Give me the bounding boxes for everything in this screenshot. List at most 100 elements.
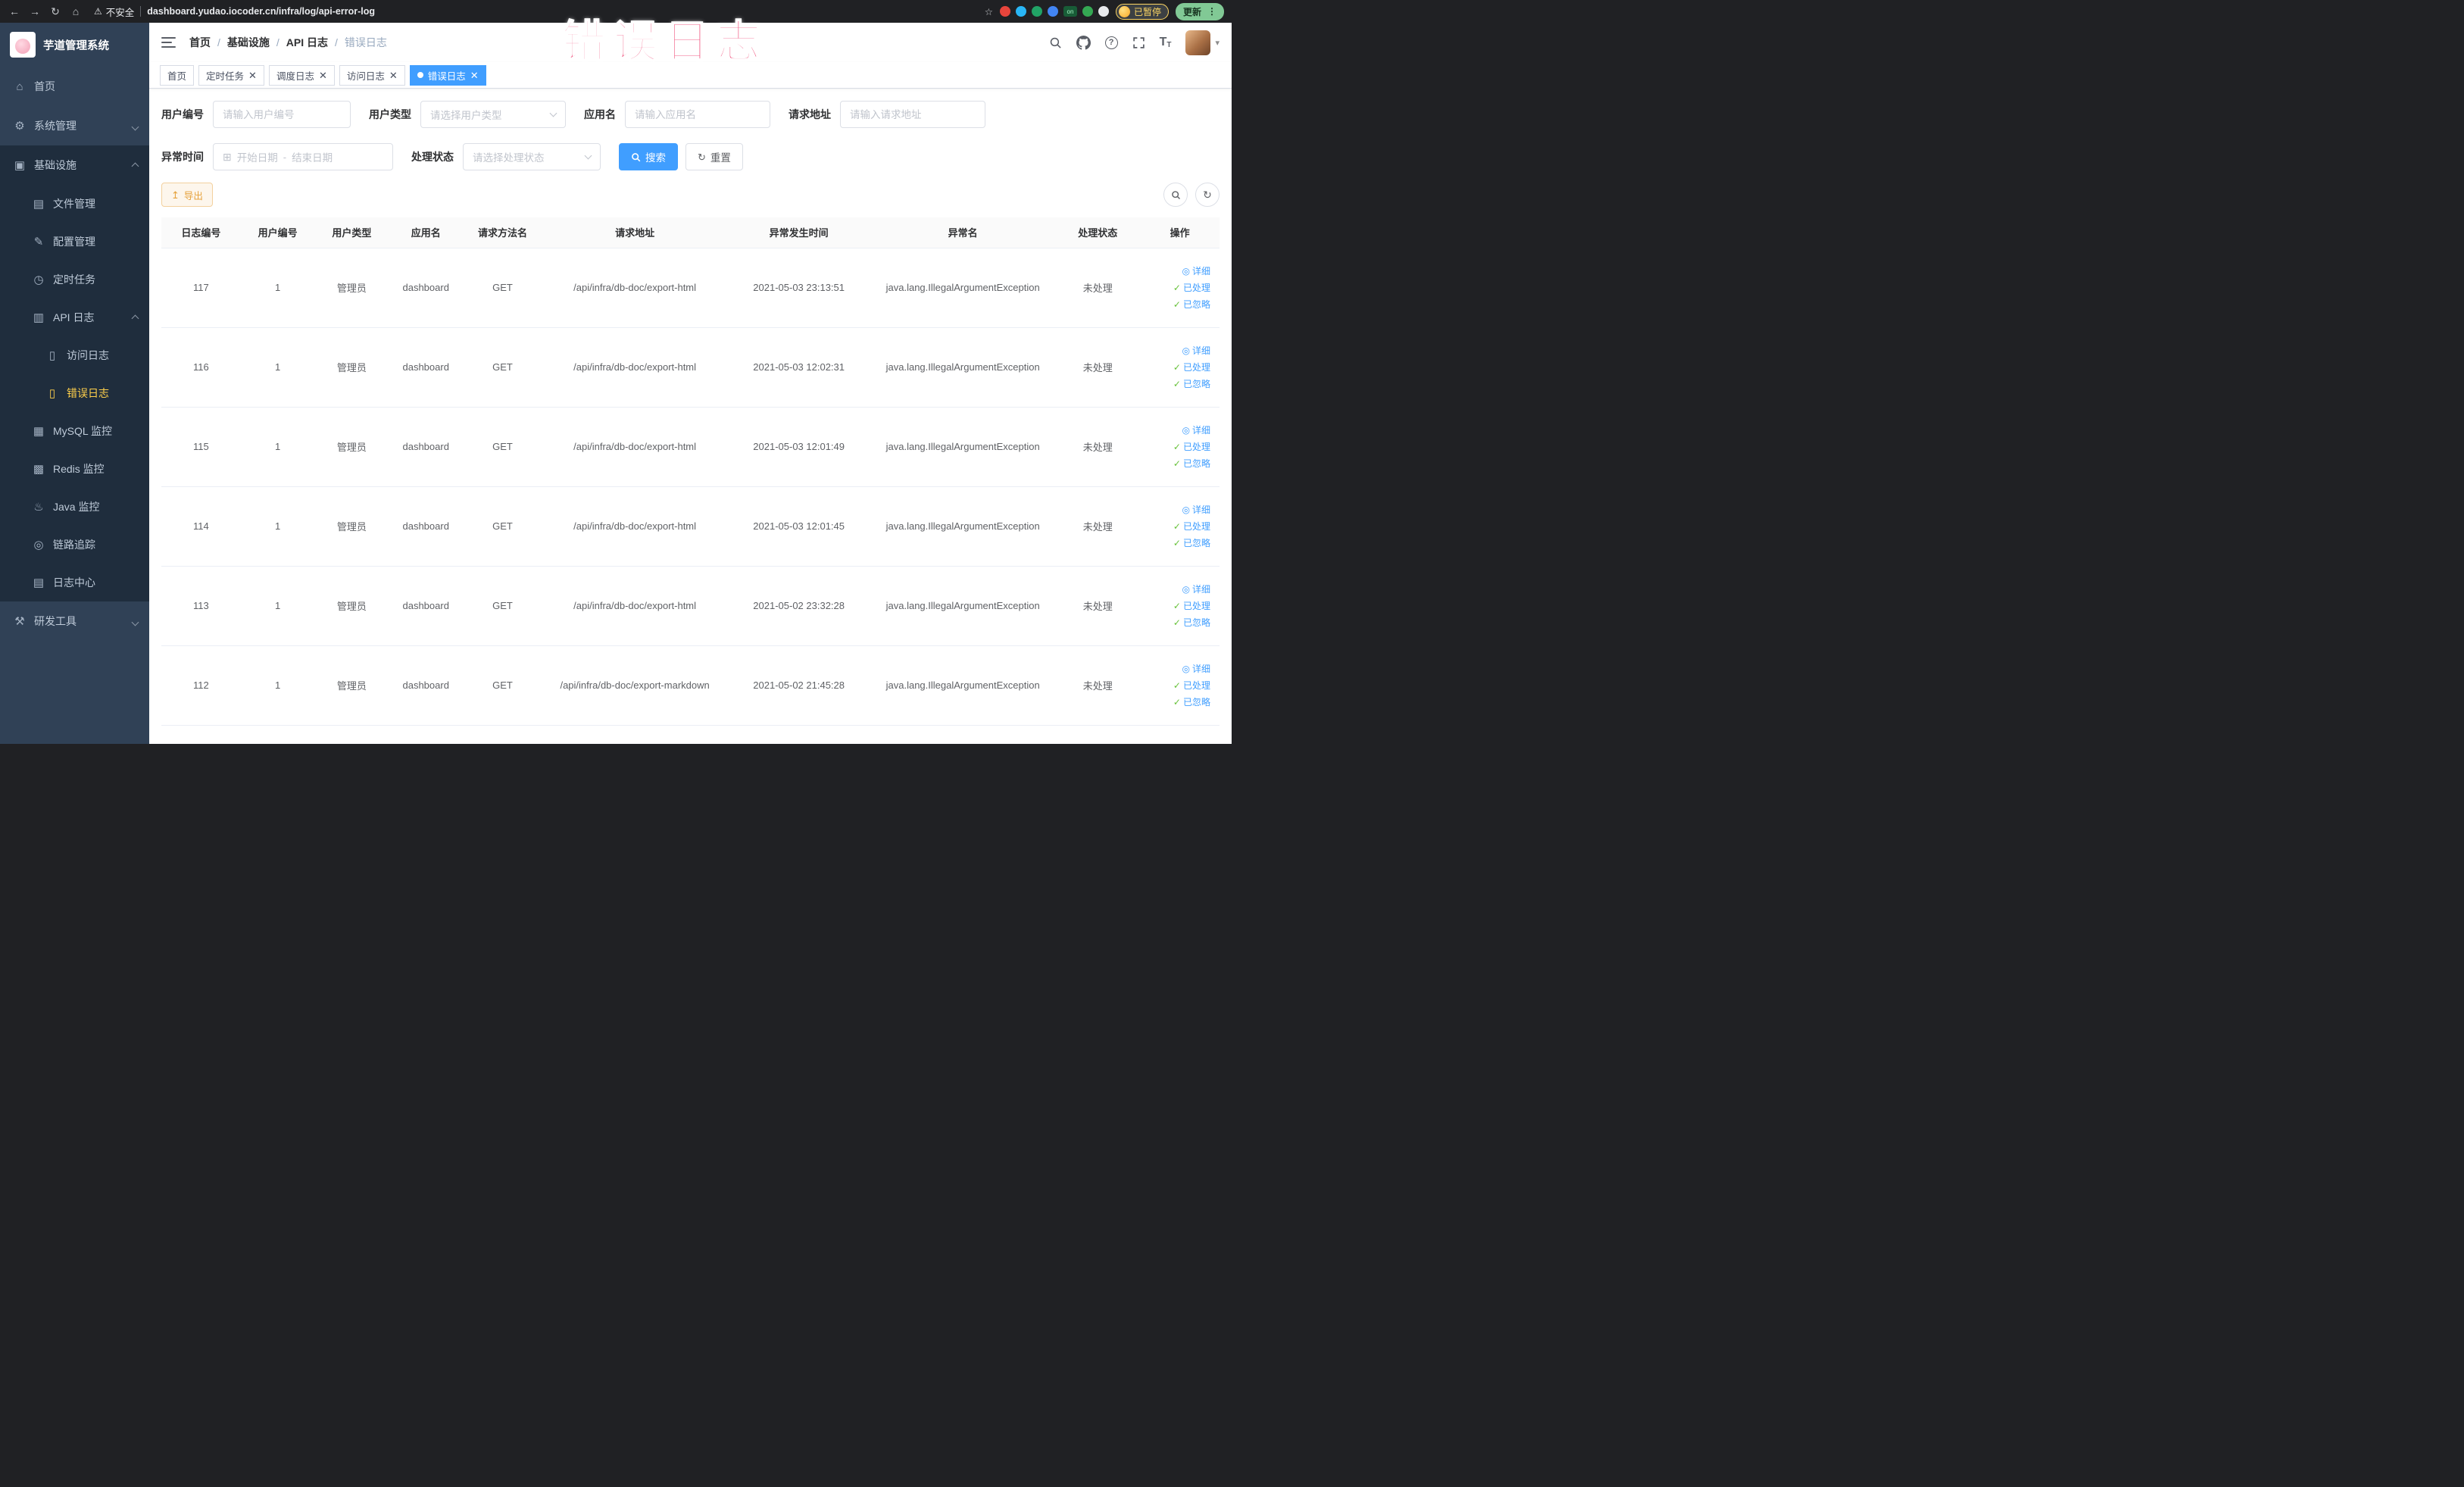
detail-link[interactable]: ◎ 详细 [1182, 583, 1211, 595]
column-header: 请求地址 [542, 217, 728, 248]
table-row: 113 1 管理员 dashboard GET /api/infra/db-do… [161, 566, 1220, 646]
sidebar-item-system-mgmt[interactable]: ⚙ 系统管理 [0, 106, 149, 145]
close-icon[interactable]: ✕ [248, 70, 257, 80]
sidebar-item-dev-tools[interactable]: ⚒ 研发工具 [0, 601, 149, 641]
url-text[interactable]: dashboard.yudao.iocoder.cn/infra/log/api… [147, 6, 375, 17]
extension-icon[interactable] [1098, 6, 1109, 17]
update-button[interactable]: 更新 ⋮ [1175, 2, 1224, 20]
sidebar-item-home[interactable]: ⌂ 首页 [0, 67, 149, 106]
sidebar-item-error-log[interactable]: ▯ 错误日志 [0, 374, 149, 412]
user-avatar-menu[interactable]: ▾ [1185, 30, 1220, 55]
processed-link[interactable]: ✓ 已处理 [1173, 520, 1210, 533]
app-name-input[interactable] [635, 108, 760, 120]
check-icon: ✓ [1173, 282, 1181, 293]
ignored-link[interactable]: ✓ 已忽略 [1173, 377, 1210, 390]
ignored-link[interactable]: ✓ 已忽略 [1173, 536, 1210, 549]
sidebar-item-config-mgmt[interactable]: ✎ 配置管理 [0, 223, 149, 261]
sidebar-item-redis-monitor[interactable]: ▩ Redis 监控 [0, 450, 149, 488]
extension-icon[interactable] [1031, 6, 1042, 17]
extension-icon[interactable] [999, 6, 1010, 17]
user-id-input[interactable] [223, 108, 341, 120]
forward-icon[interactable]: → [28, 6, 42, 17]
process-status-select[interactable]: 请选择处理状态 [463, 143, 601, 170]
tab-access-log[interactable]: 访问日志 ✕ [339, 64, 405, 86]
navbar-actions: ? TT ▾ [1049, 30, 1220, 55]
sidebar-item-log-center[interactable]: ▤ 日志中心 [0, 564, 149, 601]
tab-home[interactable]: 首页 [160, 64, 195, 86]
sidebar-item-access-log[interactable]: ▯ 访问日志 [0, 336, 149, 374]
sidebar-item-java-monitor[interactable]: ♨ Java 监控 [0, 488, 149, 526]
font-size-icon[interactable]: TT [1160, 36, 1172, 49]
ignored-link[interactable]: ✓ 已忽略 [1173, 616, 1210, 629]
sidebar-item-api-log[interactable]: ▥ API 日志 [0, 298, 149, 336]
column-header: 处理状态 [1055, 217, 1141, 248]
column-header: 用户类型 [314, 217, 389, 248]
breadcrumb-item[interactable]: 首页 [189, 35, 211, 50]
reload-icon[interactable]: ↻ [48, 6, 62, 17]
extension-icon[interactable] [1015, 6, 1026, 17]
close-icon[interactable]: ✕ [389, 70, 398, 80]
chevron-up-icon [131, 159, 139, 171]
detail-link[interactable]: ◎ 详细 [1182, 503, 1211, 516]
detail-link[interactable]: ◎ 详细 [1182, 344, 1211, 357]
processed-link[interactable]: ✓ 已处理 [1173, 440, 1210, 453]
sidebar-collapse-icon[interactable] [161, 37, 176, 48]
breadcrumb-item[interactable]: API 日志 [286, 35, 328, 50]
eye-icon: ◎ [1182, 504, 1190, 515]
date-range-picker[interactable]: ⊞ 开始日期 - 结束日期 [213, 143, 393, 170]
kebab-menu-icon[interactable]: ⋮ [1207, 6, 1216, 17]
search-button[interactable]: 搜索 [619, 143, 678, 170]
filter-row-1: 用户编号 用户类型 请选择用户类型 应用名 [161, 101, 1220, 128]
bookmark-star-icon[interactable]: ☆ [985, 6, 993, 17]
processed-link[interactable]: ✓ 已处理 [1173, 281, 1210, 294]
processed-link[interactable]: ✓ 已处理 [1173, 679, 1210, 692]
extension-icon[interactable] [1082, 6, 1093, 17]
ignored-link[interactable]: ✓ 已忽略 [1173, 695, 1210, 708]
processed-link[interactable]: ✓ 已处理 [1173, 599, 1210, 612]
security-chip[interactable]: ⚠ 不安全 [94, 5, 134, 19]
detail-link[interactable]: ◎ 详细 [1182, 264, 1211, 277]
address-bar[interactable]: ⚠ 不安全 dashboard.yudao.iocoder.cn/infra/l… [89, 5, 993, 19]
close-icon[interactable]: ✕ [470, 70, 479, 80]
check-icon: ✓ [1173, 696, 1181, 708]
breadcrumb-item[interactable]: 基础设施 [227, 35, 270, 50]
sidebar-item-trace[interactable]: ◎ 链路追踪 [0, 526, 149, 564]
search-icon[interactable] [1049, 36, 1062, 49]
help-icon[interactable]: ? [1104, 36, 1118, 49]
column-header: 请求方法名 [463, 217, 542, 248]
user-type-select[interactable]: 请选择用户类型 [420, 101, 566, 128]
extension-on-badge[interactable]: on [1063, 6, 1077, 17]
sidebar-item-scheduled-jobs[interactable]: ◷ 定时任务 [0, 261, 149, 298]
home-icon[interactable]: ⌂ [69, 6, 83, 17]
paused-label: 已暂停 [1133, 6, 1161, 17]
ignored-link[interactable]: ✓ 已忽略 [1173, 457, 1210, 470]
close-icon[interactable]: ✕ [319, 70, 327, 80]
detail-link[interactable]: ◎ 详细 [1182, 662, 1211, 675]
reset-button[interactable]: ↻ 重置 [685, 143, 743, 170]
detail-link[interactable]: ◎ 详细 [1182, 423, 1211, 436]
sidebar-item-file-mgmt[interactable]: ▤ 文件管理 [0, 185, 149, 223]
ignored-link[interactable]: ✓ 已忽略 [1173, 298, 1210, 311]
refresh-table-button[interactable]: ↻ [1195, 183, 1220, 207]
fullscreen-icon[interactable] [1132, 36, 1145, 49]
table-row: 116 1 管理员 dashboard GET /api/infra/db-do… [161, 327, 1220, 408]
processed-link[interactable]: ✓ 已处理 [1173, 361, 1210, 373]
github-icon[interactable] [1076, 35, 1091, 50]
check-icon: ✓ [1173, 441, 1181, 452]
tab-scheduled-jobs[interactable]: 定时任务 ✕ [198, 64, 264, 86]
column-header: 异常发生时间 [727, 217, 870, 248]
request-url-input[interactable] [850, 108, 976, 120]
tab-error-log[interactable]: 错误日志 ✕ [409, 64, 486, 86]
tabs-bar: 首页 定时任务 ✕ 调度日志 ✕ 访问日志 ✕ 错误日志 ✕ [149, 62, 1232, 89]
tab-job-log[interactable]: 调度日志 ✕ [268, 64, 335, 86]
sidebar-item-infrastructure[interactable]: ▣ 基础设施 [0, 145, 149, 185]
table-toolbar: ↥ 导出 ↻ [161, 183, 1220, 207]
back-icon[interactable]: ← [8, 6, 21, 17]
check-icon: ✓ [1173, 600, 1181, 611]
extension-icon[interactable] [1047, 6, 1058, 17]
toggle-search-button[interactable] [1163, 183, 1188, 207]
profile-paused-chip[interactable]: 已暂停 [1115, 3, 1169, 20]
export-button[interactable]: ↥ 导出 [161, 183, 213, 207]
sidebar-item-mysql-monitor[interactable]: ▦ MySQL 监控 [0, 412, 149, 450]
eye-icon: ◎ [1182, 663, 1190, 674]
